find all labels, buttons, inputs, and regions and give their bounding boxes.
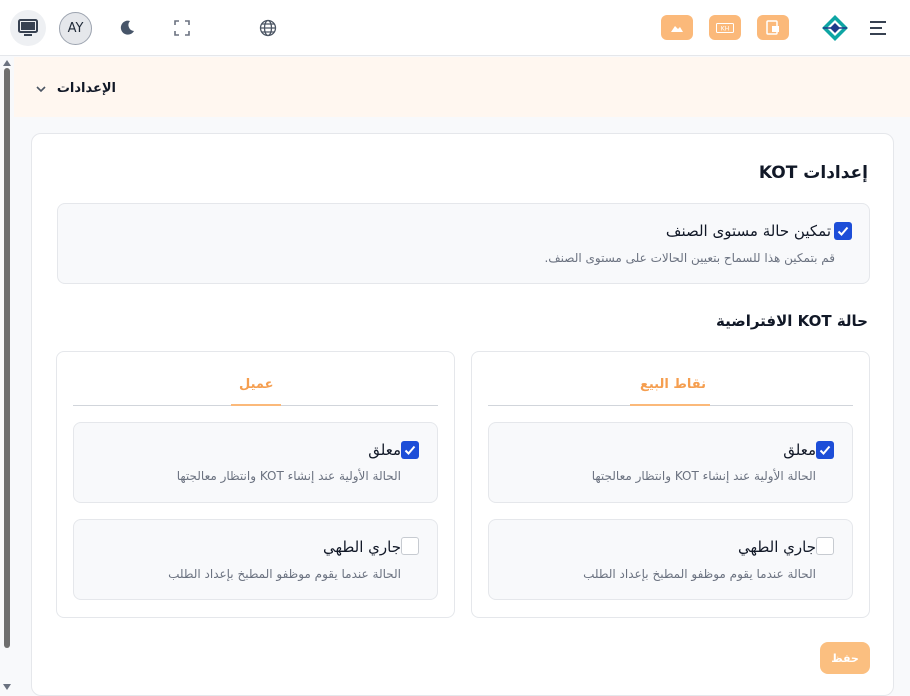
document-icon[interactable] xyxy=(757,15,789,40)
cloud-icon[interactable] xyxy=(661,15,693,40)
scrollbar[interactable] xyxy=(3,60,11,696)
breadcrumb: الإعدادات xyxy=(14,57,910,117)
tab-customer[interactable]: عميل xyxy=(239,377,274,392)
settings-card: إعدادات KOT تمكين حالة مستوى الصنف قم بت… xyxy=(31,133,894,696)
svg-text:KH: KH xyxy=(721,25,729,32)
pos-cooking-option: جاري الطهي الحالة عندما يقوم موظفو المطب… xyxy=(488,519,853,600)
tab-active-underline xyxy=(231,404,281,406)
pos-cooking-label: جاري الطهي xyxy=(737,538,816,556)
moon-icon[interactable] xyxy=(116,17,138,39)
khr-icon[interactable]: KH xyxy=(709,15,741,40)
default-status-title: حالة KOT الافتراضية xyxy=(715,312,868,330)
breadcrumb-label[interactable]: الإعدادات xyxy=(57,81,116,96)
scroll-down-arrow-icon[interactable] xyxy=(3,684,11,690)
avatar[interactable]: AY xyxy=(59,12,92,45)
chevron-down-icon[interactable] xyxy=(34,81,48,95)
customer-cooking-label: جاري الطهي xyxy=(322,538,401,556)
tab-pos[interactable]: نقاط البيع xyxy=(640,377,706,392)
customer-pending-option: معلق الحالة الأولية عند إنشاء KOT وانتظا… xyxy=(73,422,438,503)
monitor-icon[interactable] xyxy=(10,10,46,46)
pos-panel: نقاط البيع معلق الحالة الأولية عند إنشاء… xyxy=(471,351,870,618)
pos-pending-description: الحالة الأولية عند إنشاء KOT وانتظار معا… xyxy=(591,469,816,483)
pos-pending-checkbox[interactable] xyxy=(816,441,834,459)
customer-cooking-option: جاري الطهي الحالة عندما يقوم موظفو المطب… xyxy=(73,519,438,600)
customer-cooking-description: الحالة عندما يقوم موظفو المطبخ بإعداد ال… xyxy=(168,567,401,581)
customer-pending-checkbox[interactable] xyxy=(401,441,419,459)
pos-pending-label: معلق xyxy=(783,441,816,459)
scroll-thumb[interactable] xyxy=(4,68,10,648)
page-title: إعدادات KOT xyxy=(758,163,868,183)
pos-pending-option: معلق الحالة الأولية عند إنشاء KOT وانتظا… xyxy=(488,422,853,503)
pos-cooking-description: الحالة عندما يقوم موظفو المطبخ بإعداد ال… xyxy=(583,567,816,581)
item-status-label: تمكين حالة مستوى الصنف xyxy=(665,222,831,240)
customer-pending-label: معلق xyxy=(368,441,401,459)
logo-icon[interactable] xyxy=(820,13,850,43)
fullscreen-icon[interactable] xyxy=(171,17,193,39)
pos-cooking-checkbox[interactable] xyxy=(816,537,834,555)
customer-cooking-checkbox[interactable] xyxy=(401,537,419,555)
scroll-up-arrow-icon[interactable] xyxy=(3,60,11,66)
customer-pending-description: الحالة الأولية عند إنشاء KOT وانتظار معا… xyxy=(176,469,401,483)
tab-active-underline xyxy=(630,404,710,406)
top-bar: AY KH xyxy=(0,0,910,56)
customer-panel: عميل معلق الحالة الأولية عند إنشاء KOT و… xyxy=(56,351,455,618)
item-status-checkbox[interactable] xyxy=(834,222,852,240)
save-button[interactable]: حفظ xyxy=(820,642,870,674)
item-status-setting: تمكين حالة مستوى الصنف قم بتمكين هذا للس… xyxy=(57,203,870,284)
globe-icon[interactable] xyxy=(257,17,279,39)
menu-icon[interactable] xyxy=(867,18,889,38)
item-status-description: قم بتمكين هذا للسماح بتعيين الحالات على … xyxy=(544,251,835,265)
